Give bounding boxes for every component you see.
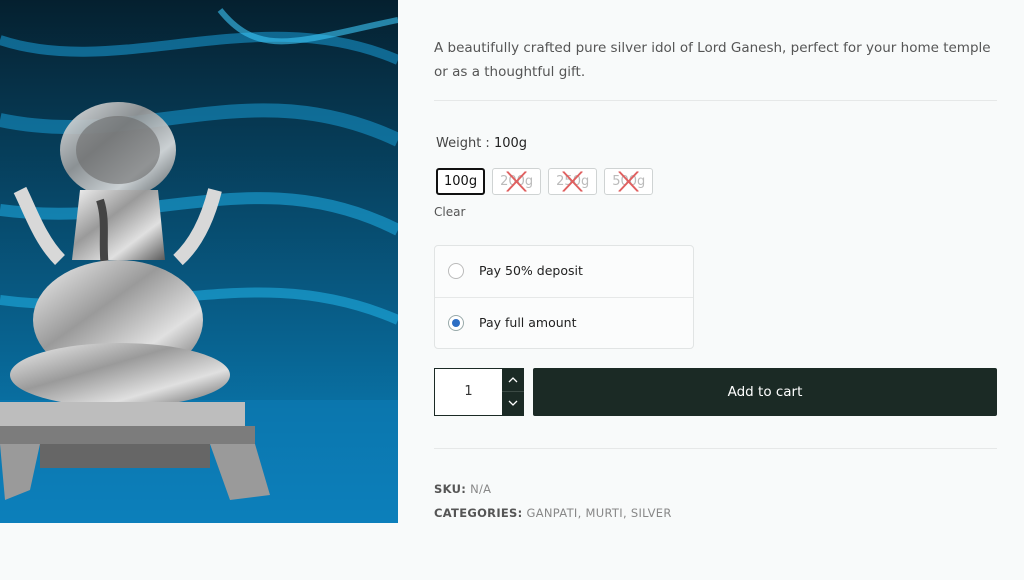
chevron-down-icon — [508, 400, 518, 406]
radio-full-amount[interactable] — [448, 315, 464, 331]
weight-label: Weight : 100g — [436, 136, 527, 151]
radio-deposit[interactable] — [448, 263, 464, 279]
category-separator: , — [577, 506, 586, 520]
unavailable-cross-icon — [562, 171, 584, 192]
payment-option-label: Pay 50% deposit — [479, 263, 583, 278]
weight-selected-value: 100g — [493, 136, 528, 151]
add-to-cart-button[interactable]: Add to cart — [533, 368, 997, 416]
swatch-200g[interactable]: 200g — [492, 168, 542, 195]
weight-swatches: 100g 200g 250g 500g — [436, 168, 654, 195]
swatch-500g[interactable]: 500g — [604, 168, 654, 195]
ganesh-idol-illustration — [0, 0, 398, 523]
category-link-silver[interactable]: SILVER — [631, 506, 672, 520]
clear-variation-link[interactable]: Clear — [434, 205, 465, 219]
swatch-250g[interactable]: 250g — [548, 168, 598, 195]
swatch-label: 100g — [444, 174, 478, 189]
divider — [434, 448, 997, 449]
unavailable-cross-icon — [506, 171, 528, 192]
quantity-input[interactable]: 1 — [434, 368, 502, 416]
quantity-decrease-button[interactable] — [502, 392, 524, 416]
categories-line: CATEGORIES: GANPATI, MURTI, SILVER — [434, 506, 672, 520]
sku-line: SKU: N/A — [434, 482, 491, 496]
chevron-up-icon — [508, 377, 518, 383]
payment-option-label: Pay full amount — [479, 315, 577, 330]
sku-value: N/A — [470, 482, 492, 496]
divider — [434, 100, 997, 101]
swatch-100g[interactable]: 100g — [436, 168, 486, 195]
product-image[interactable] — [0, 0, 398, 523]
quantity-stepper: 1 — [434, 368, 524, 416]
categories-label: CATEGORIES: — [434, 506, 523, 520]
category-link-ganpati[interactable]: GANPATI — [527, 506, 578, 520]
quantity-increase-button[interactable] — [502, 368, 524, 392]
payment-option-full[interactable]: Pay full amount — [435, 298, 693, 349]
payment-options: Pay 50% deposit Pay full amount — [434, 245, 694, 349]
payment-option-deposit[interactable]: Pay 50% deposit — [435, 246, 693, 298]
sku-label: SKU: — [434, 482, 467, 496]
category-separator: , — [622, 506, 631, 520]
category-link-murti[interactable]: MURTI — [586, 506, 623, 520]
weight-label-text: Weight : — [436, 136, 490, 151]
product-description: A beautifully crafted pure silver idol o… — [434, 39, 991, 80]
unavailable-cross-icon — [618, 171, 640, 192]
